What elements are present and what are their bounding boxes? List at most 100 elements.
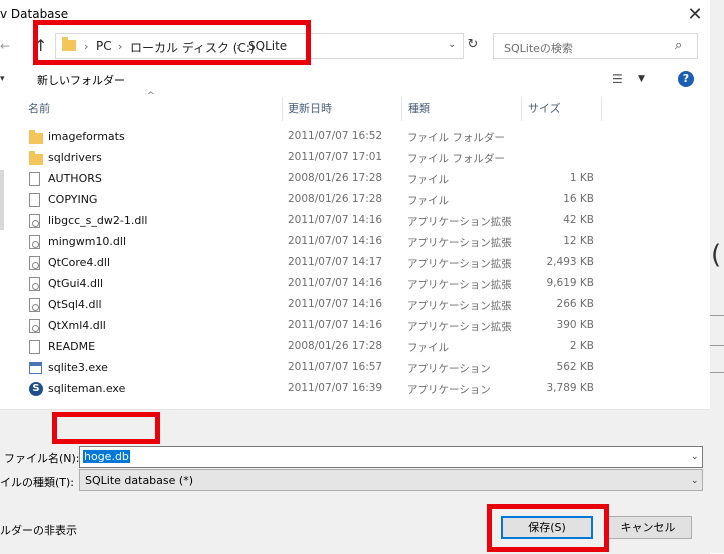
filetype-label: イルの種類(T): (0, 476, 75, 489)
hide-folders-toggle[interactable]: ルダーの非表示 (0, 522, 77, 538)
file-name: QtSql4.dll (48, 298, 102, 311)
column-header-type[interactable]: 種類 (408, 100, 430, 116)
chevron-down-icon[interactable]: ⌄ (448, 39, 456, 50)
file-name: imageformats (48, 130, 125, 143)
file-row[interactable]: imageformats 2011/07/07 16:52 ファイル フォルダー (20, 127, 610, 148)
sort-caret-icon: ^ (147, 91, 155, 101)
breadcrumb-pc[interactable]: PC (96, 39, 112, 53)
column-divider (601, 97, 602, 121)
filetype-select[interactable]: SQLite database (*) ⌄ (79, 469, 703, 491)
file-date: 2011/07/07 16:57 (288, 361, 383, 373)
file-name: sqliteman.exe (48, 382, 126, 395)
file-row[interactable]: QtGui4.dll 2011/07/07 14:16 アプリケーション拡張 9,61… (20, 274, 610, 295)
title-bar (0, 0, 724, 30)
file-type: アプリケーション拡張 (407, 237, 512, 249)
filename-value[interactable]: hoge.db (83, 450, 130, 463)
scrollbar[interactable] (0, 170, 4, 230)
divider (710, 372, 724, 373)
column-divider (282, 97, 283, 121)
file-row[interactable]: QtCore4.dll 2011/07/07 14:17 アプリケーション拡張 2,4… (20, 253, 610, 274)
help-icon[interactable]: ? (678, 71, 694, 87)
file-type: アプリケーション (407, 384, 491, 396)
organize-dropdown-icon[interactable]: ▾ (0, 74, 5, 84)
file-type: アプリケーション拡張 (407, 216, 512, 228)
search-input[interactable]: SQLiteの検索 ⌕ (493, 33, 698, 59)
chevron-down-icon[interactable]: ▼ (638, 74, 645, 84)
save-button[interactable]: 保存(S) (501, 516, 593, 539)
filename-input[interactable]: hoge.db ⌄ (79, 446, 703, 468)
file-date: 2011/07/07 14:17 (288, 256, 383, 268)
folder-icon (29, 130, 43, 144)
file-size: 16 KB (563, 193, 594, 205)
file-size: 3,789 KB (546, 382, 595, 394)
filetype-value: SQLite database (*) (85, 474, 193, 487)
file-row[interactable]: sqlite3.exe 2011/07/07 16:57 アプリケーション 562 K… (20, 358, 610, 379)
file-row[interactable]: mingwm10.dll 2011/07/07 14:16 アプリケーション拡張 12… (20, 232, 610, 253)
background-window (710, 0, 724, 553)
chevron-right-icon: › (236, 40, 241, 53)
up-arrow-icon[interactable]: ↑ (34, 36, 47, 55)
refresh-icon[interactable]: ↻ (464, 37, 482, 55)
file-date: 2008/01/26 17:28 (288, 193, 383, 205)
file-icon (29, 172, 40, 186)
file-date: 2011/07/07 14:16 (288, 277, 383, 289)
file-size: 9,619 KB (546, 277, 595, 289)
file-type: アプリケーション拡張 (407, 321, 512, 333)
close-button[interactable]: ✕ (683, 3, 707, 27)
file-size: 1 KB (569, 172, 594, 184)
file-type: ファイル (407, 174, 449, 186)
exe-icon (29, 362, 42, 374)
file-size: 562 KB (556, 361, 594, 373)
file-type: アプリケーション (407, 363, 491, 375)
file-date: 2011/07/07 17:01 (288, 151, 383, 163)
search-icon[interactable]: ⌕ (675, 38, 682, 53)
breadcrumb-sqlite[interactable]: SQLite (248, 39, 287, 53)
file-date: 2011/07/07 14:16 (288, 298, 383, 310)
back-arrow-icon[interactable]: ← (0, 39, 10, 53)
window-title: v Database (0, 7, 69, 21)
file-name: libgcc_s_dw2-1.dll (48, 214, 148, 227)
column-header-size[interactable]: サイズ (528, 100, 561, 116)
column-divider (521, 97, 522, 121)
file-row[interactable]: QtXml4.dll 2011/07/07 14:16 アプリケーション拡張 390 … (20, 316, 610, 337)
file-size: 390 KB (556, 319, 594, 331)
file-row[interactable]: sqldrivers 2011/07/07 17:01 ファイル フォルダー (20, 148, 610, 169)
chevron-down-icon[interactable]: ⌄ (691, 476, 699, 486)
file-row[interactable]: libgcc_s_dw2-1.dll 2011/07/07 14:16 アプリケーシ… (20, 211, 610, 232)
file-row[interactable]: QtSql4.dll 2011/07/07 14:16 アプリケーション拡張 266 … (20, 295, 610, 316)
file-row[interactable]: COPYING 2008/01/26 17:28 ファイル 16 KB (20, 190, 610, 211)
dll-icon (29, 214, 40, 228)
address-bar[interactable]: › PC › ローカル ディスク (C:) › SQLite ⌄ (55, 33, 464, 59)
chevron-down-icon[interactable]: ⌄ (691, 452, 699, 462)
chevron-right-icon: › (118, 40, 123, 53)
file-size: 266 KB (556, 298, 594, 310)
cancel-button[interactable]: キャンセル (604, 516, 692, 539)
sqliteman-icon: S (29, 382, 43, 396)
dll-icon (29, 235, 40, 249)
divider (710, 315, 724, 316)
new-folder-button[interactable]: 新しいフォルダー (37, 72, 125, 88)
view-options-icon[interactable]: ☰ (612, 72, 623, 86)
column-header-name[interactable]: 名前 (28, 100, 50, 116)
file-icon (29, 193, 40, 207)
file-row[interactable]: README 2008/01/26 17:28 ファイル 2 KB (20, 337, 610, 358)
search-placeholder: SQLiteの検索 (504, 42, 573, 55)
background-window-text: ( (711, 240, 722, 270)
file-type: アプリケーション拡張 (407, 258, 512, 270)
file-size: 2,493 KB (546, 256, 595, 268)
file-date: 2008/01/26 17:28 (288, 172, 383, 184)
file-date: 2011/07/07 16:39 (288, 382, 383, 394)
file-type: ファイル フォルダー (407, 153, 505, 165)
file-name: QtGui4.dll (48, 277, 104, 290)
column-header-date[interactable]: 更新日時 (288, 100, 332, 116)
file-name: QtCore4.dll (48, 256, 111, 269)
file-date: 2011/07/07 16:52 (288, 130, 383, 142)
file-size: 42 KB (563, 214, 594, 226)
file-date: 2011/07/07 14:16 (288, 319, 383, 331)
file-size: 12 KB (563, 235, 594, 247)
file-row[interactable]: Ssqliteman.exe 2011/07/07 16:39 アプリケーション 3,… (20, 379, 610, 400)
file-row[interactable]: AUTHORS 2008/01/26 17:28 ファイル 1 KB (20, 169, 610, 190)
column-divider (401, 97, 402, 121)
file-name: sqldrivers (48, 151, 102, 164)
file-type: ファイル (407, 195, 449, 207)
